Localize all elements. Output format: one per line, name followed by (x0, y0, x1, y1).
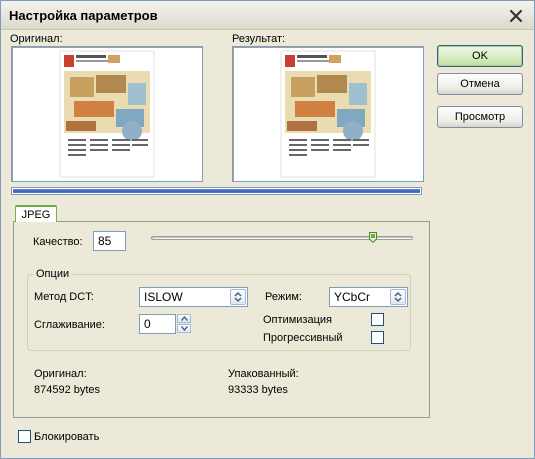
mode-value: YCbCr (334, 290, 371, 304)
ok-button[interactable]: OK (437, 45, 523, 67)
original-preview (11, 46, 203, 182)
smoothing-label: Сглаживание: (34, 319, 105, 331)
mode-label: Режим: (265, 291, 302, 303)
window-title: Настройка параметров (9, 8, 158, 23)
smoothing-input[interactable]: 0 (139, 314, 176, 334)
smoothing-up-button[interactable] (177, 314, 191, 323)
lock-label: Блокировать (34, 431, 100, 443)
mode-select[interactable]: YCbCr (329, 287, 408, 307)
cancel-button[interactable]: Отмена (437, 73, 523, 95)
mode-dropdown-button[interactable] (390, 289, 406, 305)
packed-size-value: 93333 bytes (228, 384, 288, 396)
result-preview-label: Результат: (232, 33, 286, 45)
quality-input[interactable]: 85 (93, 231, 126, 251)
dct-method-label: Метод DCT: (34, 291, 94, 303)
close-icon (509, 9, 523, 23)
dct-method-select[interactable]: ISLOW (139, 287, 248, 307)
result-preview-image (280, 50, 376, 178)
original-size-label: Оригинал: (34, 368, 87, 380)
smoothing-down-button[interactable] (177, 324, 191, 333)
preview-button[interactable]: Просмотр (437, 106, 523, 128)
settings-dialog: Настройка параметров Оригинал: Результат… (0, 0, 535, 459)
options-group-legend: Опции (33, 268, 73, 280)
progressive-checkbox[interactable] (371, 331, 384, 344)
tab-jpeg[interactable]: JPEG (15, 205, 57, 222)
original-size-value: 874592 bytes (34, 384, 101, 396)
options-group (27, 274, 411, 351)
original-preview-label: Оригинал: (10, 33, 63, 45)
updown-arrows-icon (394, 292, 402, 302)
chevron-up-icon (180, 316, 188, 321)
result-preview (232, 46, 424, 182)
quality-label: Качество: (33, 236, 83, 248)
chevron-down-icon (180, 326, 188, 331)
updown-arrows-icon (234, 292, 242, 302)
progress-bar (11, 187, 422, 195)
quality-slider-thumb[interactable] (369, 232, 377, 243)
dct-method-dropdown-button[interactable] (230, 289, 246, 305)
packed-size-label: Упакованный: (228, 368, 299, 380)
close-button[interactable] (506, 6, 526, 26)
dct-method-value: ISLOW (144, 290, 183, 304)
title-bar[interactable]: Настройка параметров (1, 1, 534, 30)
progress-fill (13, 189, 420, 193)
original-preview-image (59, 50, 155, 178)
optimize-checkbox[interactable] (371, 313, 384, 326)
progressive-label: Прогрессивный (263, 332, 343, 344)
optimize-label: Оптимизация (263, 314, 332, 326)
lock-checkbox[interactable] (18, 430, 31, 443)
